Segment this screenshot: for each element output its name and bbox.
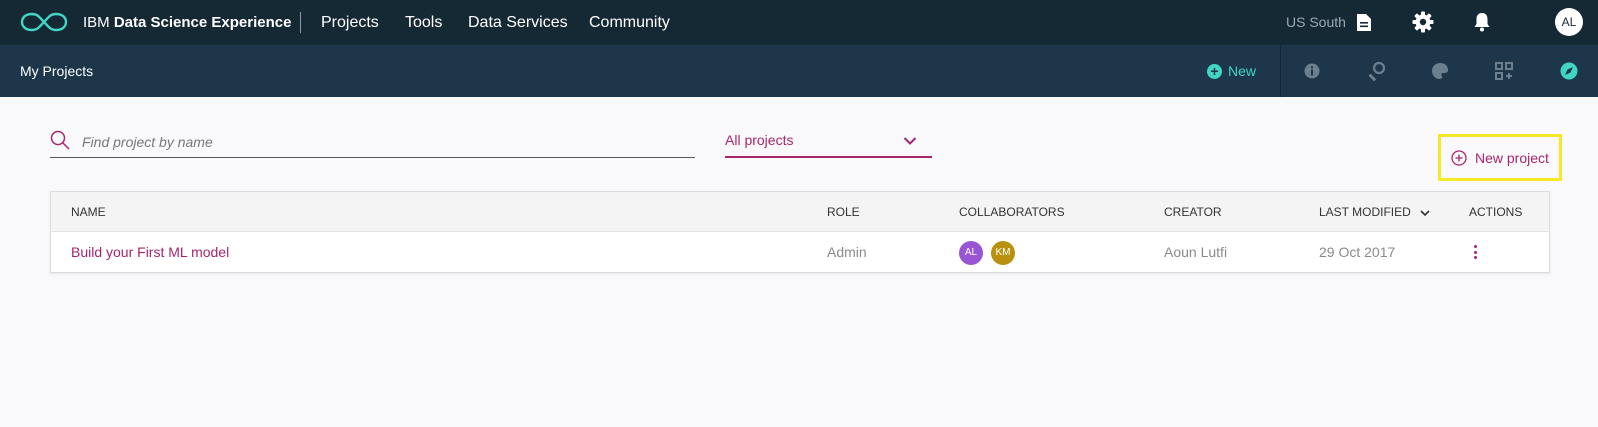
project-creator: Aoun Lutfi bbox=[1164, 244, 1228, 260]
column-header-collaborators[interactable]: COLLABORATORS bbox=[959, 192, 1065, 232]
dot bbox=[1473, 250, 1477, 254]
project-filter-dropdown[interactable]: All projects bbox=[725, 128, 932, 158]
compass-icon[interactable] bbox=[1557, 59, 1581, 83]
brand-prefix: IBM bbox=[83, 14, 110, 31]
projects-table: NAME ROLE COLLABORATORS CREATOR LAST MOD… bbox=[50, 191, 1550, 273]
search-icon bbox=[50, 130, 70, 150]
chevron-down-icon bbox=[903, 137, 917, 145]
document-icon[interactable] bbox=[1352, 10, 1376, 34]
secondary-toolbar: My Projects + New bbox=[0, 45, 1598, 97]
info-icon[interactable] bbox=[1300, 59, 1324, 83]
toolbar-divider bbox=[1280, 45, 1281, 97]
column-header-creator[interactable]: CREATOR bbox=[1164, 192, 1222, 232]
new-project-label: New project bbox=[1475, 149, 1549, 166]
project-search bbox=[50, 128, 695, 158]
nav-projects[interactable]: Projects bbox=[321, 0, 379, 45]
top-navigation-bar: IBM Data Science Experience Projects Too… bbox=[0, 0, 1598, 45]
gear-icon[interactable] bbox=[1411, 10, 1435, 34]
filter-selected-label: All projects bbox=[725, 132, 794, 148]
dot bbox=[1473, 245, 1477, 248]
brand-divider bbox=[300, 12, 301, 33]
dot bbox=[1473, 256, 1477, 259]
table-header: NAME ROLE COLLABORATORS CREATOR LAST MOD… bbox=[51, 192, 1549, 232]
search-input[interactable] bbox=[82, 130, 682, 154]
palette-icon[interactable] bbox=[1428, 59, 1452, 83]
collaborator-avatar[interactable]: KM bbox=[991, 241, 1015, 265]
column-header-actions: ACTIONS bbox=[1469, 205, 1523, 219]
page-title: My Projects bbox=[20, 63, 94, 79]
plus-circle-icon: + bbox=[1207, 63, 1222, 79]
project-role: Admin bbox=[827, 244, 867, 260]
grid-icon[interactable] bbox=[1492, 59, 1516, 83]
nav-community[interactable]: Community bbox=[589, 0, 670, 45]
collaborator-avatar[interactable]: AL bbox=[959, 241, 983, 265]
brand-title: Data Science Experience bbox=[113, 14, 292, 31]
table-row[interactable]: Build your First ML model Admin AL KM Ao… bbox=[51, 232, 1549, 272]
find-data-icon[interactable] bbox=[1365, 59, 1389, 83]
brand-name[interactable]: IBM Data Science Experience bbox=[83, 0, 291, 45]
new-button[interactable]: + New bbox=[1207, 45, 1256, 97]
dsx-logo-icon[interactable] bbox=[20, 11, 68, 33]
new-project-button[interactable]: New project bbox=[1438, 134, 1562, 181]
nav-tools[interactable]: Tools bbox=[405, 0, 442, 45]
column-header-last-modified[interactable]: LAST MODIFIED bbox=[1319, 192, 1430, 232]
nav-data-services[interactable]: Data Services bbox=[468, 0, 568, 45]
row-actions-menu-icon[interactable] bbox=[1469, 242, 1481, 262]
project-name-link[interactable]: Build your First ML model bbox=[71, 232, 229, 272]
bell-icon[interactable] bbox=[1470, 10, 1494, 34]
region-selector[interactable]: US South bbox=[1286, 0, 1346, 45]
project-last-modified: 29 Oct 2017 bbox=[1319, 244, 1396, 260]
new-button-label: New bbox=[1228, 63, 1257, 79]
column-header-role[interactable]: ROLE bbox=[827, 192, 860, 232]
column-header-name[interactable]: NAME bbox=[71, 192, 106, 232]
last-modified-label: LAST MODIFIED bbox=[1319, 205, 1411, 219]
user-avatar[interactable]: AL bbox=[1555, 8, 1583, 36]
sort-chevron-icon[interactable] bbox=[1420, 209, 1430, 217]
add-circle-icon bbox=[1451, 149, 1467, 166]
